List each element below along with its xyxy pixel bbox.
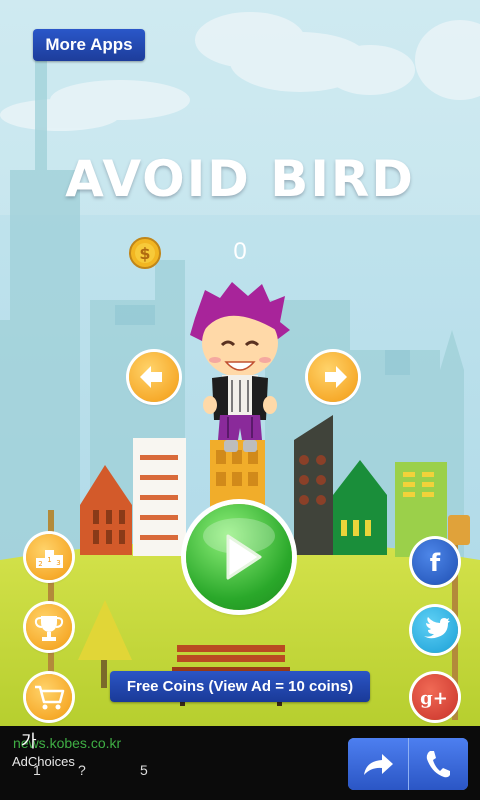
ad-number-1: 1 <box>33 762 41 778</box>
svg-text:2: 2 <box>38 560 42 568</box>
twitter-button[interactable] <box>412 607 458 653</box>
play-button[interactable] <box>186 504 292 610</box>
twitter-icon <box>424 617 450 639</box>
svg-text:g+: g+ <box>420 688 448 709</box>
cart-icon <box>35 685 65 710</box>
ad-number-3: 5 <box>140 762 148 778</box>
arrow-right-icon <box>325 366 347 388</box>
podium-icon: 2 1 3 <box>36 550 63 568</box>
shop-button[interactable] <box>26 674 72 720</box>
phone-icon <box>427 751 451 778</box>
facebook-button[interactable]: f <box>412 539 458 585</box>
coin-count: 0 <box>233 238 247 265</box>
google-plus-button[interactable]: g+ <box>412 674 458 720</box>
game-title: AVOID BIRD <box>65 150 415 208</box>
coin-icon: $ <box>129 237 161 269</box>
ad-glyph: 가 <box>21 732 37 751</box>
next-character-button[interactable] <box>308 352 358 402</box>
ad-call-button[interactable] <box>407 738 468 790</box>
free-coins-button[interactable]: Free Coins (View Ad = 10 coins) <box>110 671 370 702</box>
prev-character-button[interactable] <box>129 352 179 402</box>
trophy-icon <box>34 616 64 641</box>
game-menu-screen: More Apps AVOID BIRD $ 0 2 1 3 f g+ Free… <box>0 0 480 800</box>
svg-text:$: $ <box>139 244 150 263</box>
svg-text:1: 1 <box>47 556 51 564</box>
adchoices-label[interactable]: AdChoices <box>12 754 75 769</box>
svg-text:f: f <box>430 549 441 577</box>
facebook-icon: f <box>430 549 441 577</box>
ad-share-button[interactable] <box>348 738 408 790</box>
achievements-button[interactable] <box>26 604 72 650</box>
svg-text:3: 3 <box>56 559 60 567</box>
ad-action-buttons <box>348 738 468 790</box>
play-icon <box>203 518 275 580</box>
ad-number-2: ? <box>78 762 86 778</box>
arrow-left-icon <box>140 366 162 388</box>
share-arrow-icon <box>363 754 393 775</box>
google-plus-icon: g+ <box>420 688 448 709</box>
more-apps-button[interactable]: More Apps <box>33 29 145 61</box>
leaderboard-button[interactable]: 2 1 3 <box>26 534 72 580</box>
